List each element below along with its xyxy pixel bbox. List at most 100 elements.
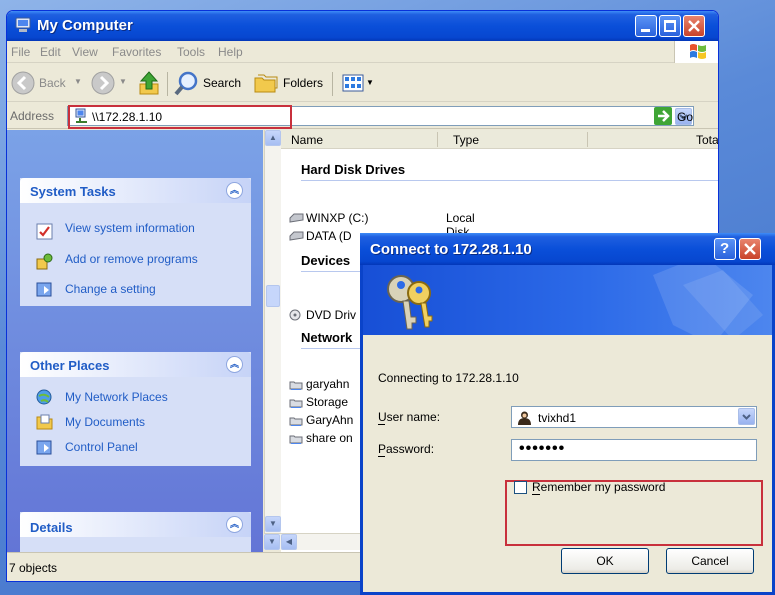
system-information-icon: [36, 223, 53, 240]
network-computer-icon: [75, 108, 87, 123]
system-tasks-header[interactable]: System Tasks ︽: [20, 178, 251, 203]
view-system-information-link[interactable]: View system information: [65, 222, 195, 235]
network-share-icon: [289, 399, 303, 408]
username-label: User name:: [378, 410, 441, 424]
list-item[interactable]: WINXP (C:) Local Disk: [289, 211, 475, 239]
group-network: Network: [301, 330, 353, 345]
menu-favorites[interactable]: Favorites: [112, 45, 161, 59]
my-documents-icon: [36, 414, 53, 430]
group-devices: Devices: [301, 253, 351, 268]
details-panel: Details ︽: [20, 512, 251, 552]
help-button[interactable]: ?: [714, 238, 736, 260]
back-dropdown-icon[interactable]: ▼: [74, 77, 82, 86]
item-name: garyahn: [306, 377, 350, 391]
forward-arrow-icon[interactable]: [91, 71, 115, 95]
username-combobox[interactable]: tvixhd1: [511, 406, 757, 428]
details-header[interactable]: Details ︽: [20, 512, 251, 537]
menu-view[interactable]: View: [72, 45, 98, 59]
other-places-panel: Other Places ︽ My Network Places My Docu…: [20, 352, 251, 466]
list-item[interactable]: DATA (D: [289, 229, 352, 243]
group-hard-disk-drives: Hard Disk Drives: [301, 162, 406, 177]
list-item[interactable]: GaryAhn: [289, 413, 353, 427]
go-arrow-icon: [654, 107, 672, 125]
windows-flag-icon: [690, 44, 706, 59]
dialog-banner: [363, 265, 772, 335]
menu-help[interactable]: Help: [218, 45, 243, 59]
username-dropdown-button[interactable]: [738, 408, 755, 425]
search-button-label[interactable]: Search: [203, 76, 241, 90]
password-field[interactable]: •••••••: [511, 439, 757, 461]
column-name[interactable]: Name: [291, 133, 323, 147]
maximize-button[interactable]: [659, 15, 681, 37]
address-bar: Address \\172.28.1.10 Go: [7, 103, 718, 129]
folders-button-label[interactable]: Folders: [283, 76, 323, 90]
my-documents-link[interactable]: My Documents: [65, 416, 145, 429]
menu-tools[interactable]: Tools: [177, 45, 205, 59]
item-name: Storage: [306, 395, 349, 409]
scroll-left-button[interactable]: ◀: [281, 534, 297, 550]
column-total-size[interactable]: Tota: [696, 133, 718, 147]
control-panel-link[interactable]: Control Panel: [65, 441, 138, 454]
close-button[interactable]: [683, 15, 705, 37]
toolbar-separator: [332, 72, 333, 96]
status-text: 7 objects: [9, 561, 58, 575]
my-network-places-link[interactable]: My Network Places: [65, 391, 168, 404]
collapse-chevron-icon[interactable]: ︽: [226, 182, 243, 199]
password-label: Password:: [378, 442, 435, 456]
minimize-icon: [641, 29, 650, 32]
dialog-close-button[interactable]: [739, 238, 761, 260]
control-panel-icon: [36, 440, 52, 455]
change-setting-link[interactable]: Change a setting: [65, 283, 156, 296]
minimize-button[interactable]: [635, 15, 657, 37]
list-item[interactable]: Storage: [289, 395, 348, 409]
forward-dropdown-icon[interactable]: ▼: [119, 77, 127, 86]
scroll-down-button[interactable]: ▼: [265, 516, 281, 532]
list-item[interactable]: DVD Driv: [289, 308, 356, 322]
dialog-title: Connect to 172.28.1.10: [370, 241, 532, 258]
add-remove-programs-icon: [36, 253, 53, 270]
network-share-icon: [289, 417, 303, 426]
maximize-icon: [664, 20, 676, 32]
collapse-chevron-icon[interactable]: ︽: [226, 356, 243, 373]
remember-password-checkbox[interactable]: [514, 481, 527, 494]
scroll-up-button[interactable]: ▲: [265, 130, 281, 146]
folders-icon[interactable]: [254, 73, 278, 93]
network-share-icon: [289, 435, 303, 444]
menu-file[interactable]: File: [11, 45, 30, 59]
menu-bar: File Edit View Favorites Tools Help: [7, 41, 718, 63]
address-field[interactable]: \\172.28.1.10: [67, 105, 694, 129]
list-item[interactable]: garyahn: [289, 377, 349, 391]
dvd-drive-icon: [289, 309, 301, 321]
keys-icon: [387, 275, 433, 330]
up-folder-icon[interactable]: [137, 70, 161, 96]
scroll-thumb[interactable]: [266, 285, 280, 307]
other-places-header[interactable]: Other Places ︽: [20, 352, 251, 377]
column-type[interactable]: Type: [453, 133, 479, 147]
vertical-scrollbar[interactable]: ▲ ▼: [264, 130, 281, 533]
remember-password-label[interactable]: Remember my password: [532, 480, 665, 494]
back-button-label[interactable]: Back: [39, 76, 66, 90]
search-icon[interactable]: [173, 71, 199, 97]
password-mask[interactable]: •••••••: [519, 440, 565, 458]
back-arrow-icon[interactable]: [11, 71, 35, 95]
menu-edit[interactable]: Edit: [40, 45, 61, 59]
network-share-icon: [289, 381, 303, 390]
list-item[interactable]: share on: [289, 431, 353, 445]
cancel-button[interactable]: Cancel: [666, 548, 754, 574]
dialog-titlebar[interactable]: Connect to 172.28.1.10 ?: [360, 233, 775, 265]
views-icon[interactable]: [342, 73, 364, 93]
ok-button[interactable]: OK: [561, 548, 649, 574]
address-label: Address: [10, 109, 55, 123]
username-value[interactable]: tvixhd1: [538, 411, 576, 425]
scroll-down-button[interactable]: ▼: [264, 534, 280, 550]
item-name: WINXP (C:): [306, 211, 369, 225]
address-value[interactable]: \\172.28.1.10: [92, 110, 162, 124]
window-titlebar[interactable]: My Computer: [7, 11, 718, 41]
views-dropdown-icon[interactable]: ▼: [366, 78, 374, 87]
standard-toolbar: Back ▼ ▼ Search Folders ▼: [7, 64, 718, 102]
connect-dialog: Connect to 172.28.1.10 ? Connecting to 1…: [360, 233, 775, 595]
window-title: My Computer: [37, 17, 133, 34]
collapse-chevron-icon[interactable]: ︽: [226, 516, 243, 533]
add-remove-programs-link[interactable]: Add or remove programs: [65, 253, 198, 266]
close-icon: [688, 20, 700, 32]
